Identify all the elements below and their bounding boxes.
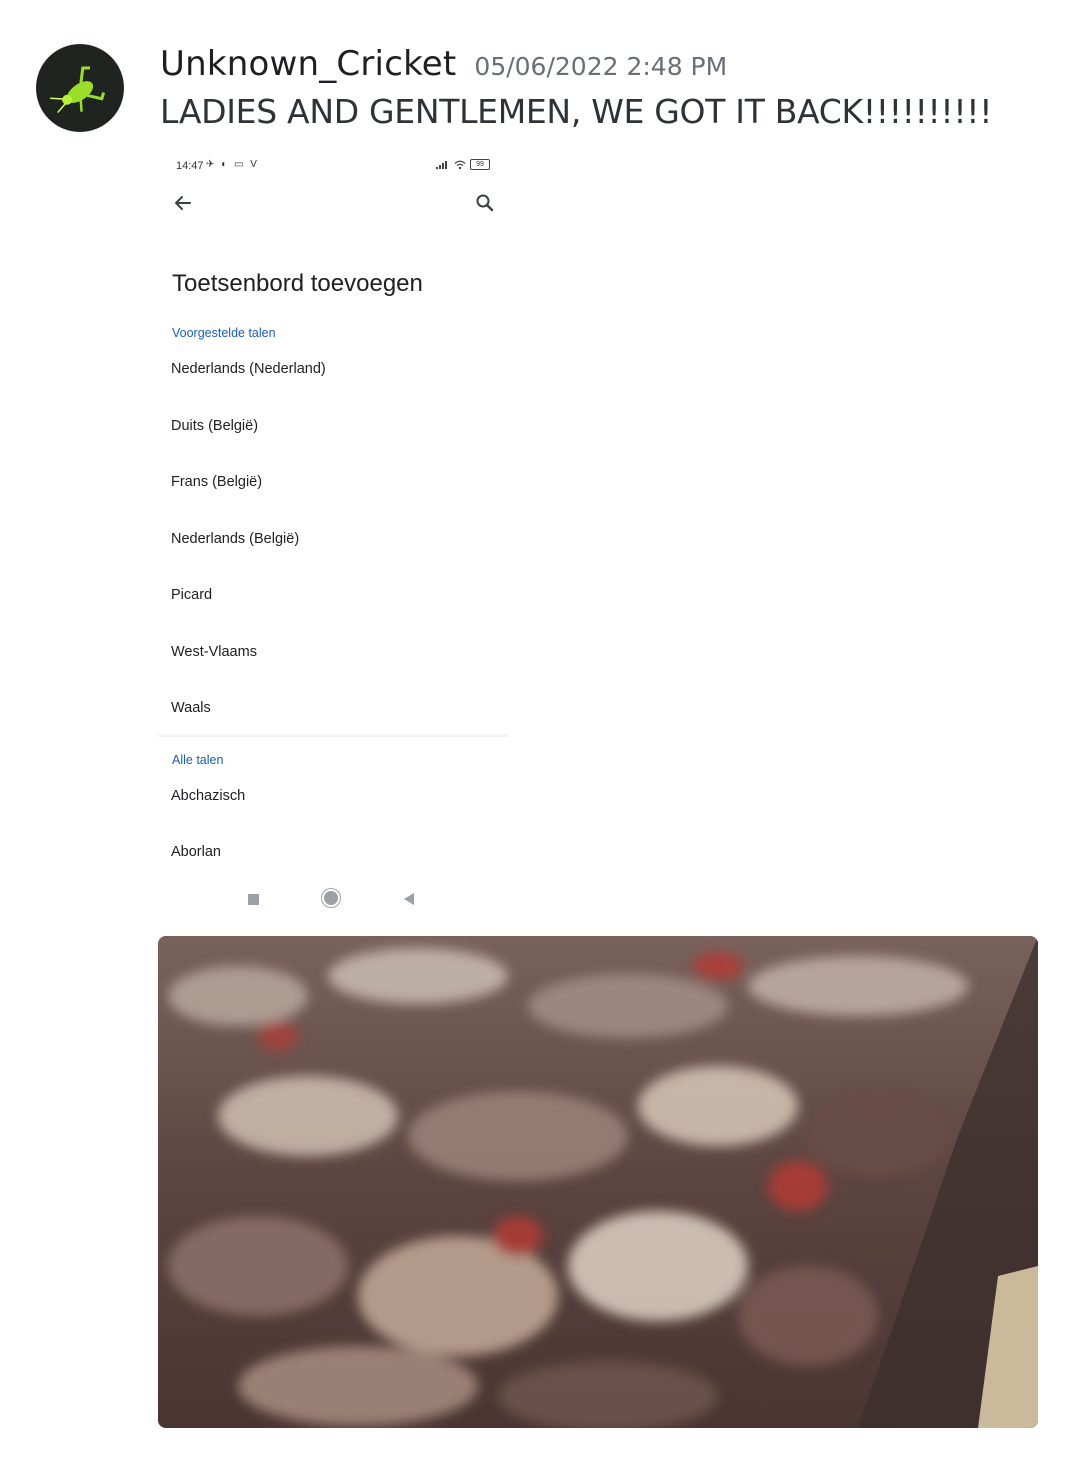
list-item[interactable]: Duits (België): [171, 418, 258, 434]
timestamp: 05/06/2022 2:48 PM: [474, 52, 728, 81]
crowd-image-attachment[interactable]: [158, 936, 1038, 1428]
section-divider: [158, 734, 508, 737]
signal-icon: [436, 161, 447, 169]
recents-icon[interactable]: [248, 894, 259, 905]
list-item[interactable]: Waals: [171, 700, 211, 716]
phone-screenshot-attachment[interactable]: 14:47 ✈ ◐ ▭ V 99 Toetsenbord toevoegen V…: [158, 148, 508, 918]
message-text: LADIES AND GENTLEMEN, WE GOT IT BACK!!!!…: [160, 92, 993, 131]
search-icon[interactable]: [474, 192, 496, 214]
status-time: 14:47: [176, 160, 204, 172]
cricket-icon: [50, 66, 106, 113]
status-icons: ✈ ◐ ▭ V: [206, 159, 259, 170]
list-item[interactable]: Abchazisch: [171, 788, 245, 804]
message-header: Unknown_Cricket 05/06/2022 2:48 PM: [160, 44, 727, 88]
section-label-all: Alle talen: [172, 753, 224, 767]
list-item[interactable]: Picard: [171, 587, 212, 603]
battery-icon: 99: [470, 159, 490, 170]
section-label-suggested: Voorgestelde talen: [172, 326, 276, 340]
crowd-photo: [158, 936, 1038, 1428]
list-item[interactable]: Aborlan: [171, 844, 221, 860]
android-nav-bar: [158, 888, 508, 912]
avatar[interactable]: [36, 44, 124, 132]
list-item[interactable]: Nederlands (Nederland): [171, 361, 326, 377]
screen-title: Toetsenbord toevoegen: [172, 270, 423, 297]
list-item[interactable]: Nederlands (België): [171, 531, 299, 547]
back-icon[interactable]: [404, 893, 414, 905]
username[interactable]: Unknown_Cricket: [160, 44, 456, 84]
list-item[interactable]: Frans (België): [171, 474, 262, 490]
wifi-icon: [454, 160, 466, 169]
status-icons-right: 99: [436, 159, 490, 170]
status-bar: 14:47 ✈ ◐ ▭ V 99: [176, 158, 490, 176]
home-icon[interactable]: [324, 891, 338, 905]
back-arrow-icon[interactable]: [172, 192, 194, 214]
chat-message: Unknown_Cricket 05/06/2022 2:48 PM LADIE…: [0, 0, 1080, 1470]
list-item[interactable]: West-Vlaams: [171, 644, 257, 660]
